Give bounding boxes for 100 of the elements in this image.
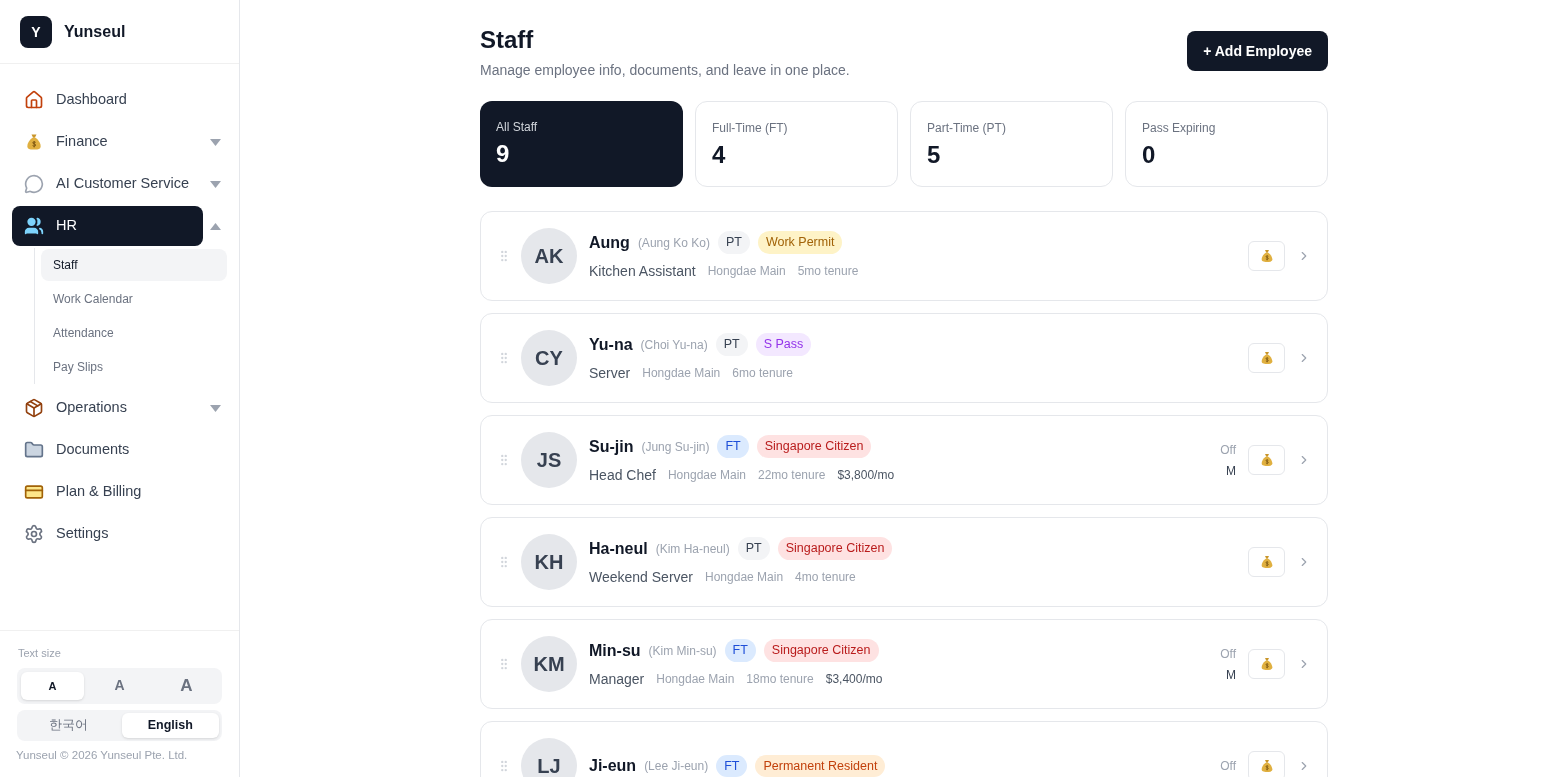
employee-name: Ji-eun xyxy=(589,756,637,776)
employee-name: Yu-na xyxy=(589,334,633,355)
employee-card[interactable]: KH Ha-neul (Kim Ha-neul) PT Singapore Citizen Weekend Server Hongdae Main 4mo tenure xyxy=(480,517,1328,607)
type-badge: PT xyxy=(717,231,750,254)
type-badge: FT xyxy=(716,754,748,777)
language-option[interactable]: English xyxy=(121,712,219,738)
package-icon xyxy=(24,398,44,418)
employee-card[interactable]: AK Aung (Aung Ko Ko) PT Work Permit Kitchen Assistant Hongdae Main 5mo tenure xyxy=(480,211,1328,301)
stat-value: 4 xyxy=(712,141,727,169)
nav-subitem[interactable]: Work Calendar xyxy=(41,283,227,315)
stat-label: Part-Time (PT) xyxy=(927,120,1007,137)
employee-full-name: (Kim Ha-neul) xyxy=(655,540,730,558)
off-day: M xyxy=(1226,461,1236,480)
payroll-button[interactable] xyxy=(1248,649,1285,679)
stat-value: 9 xyxy=(496,140,511,168)
employee-full-name: (Jung Su-jin) xyxy=(641,438,710,456)
type-badge: FT xyxy=(724,639,756,662)
employee-name: Ha-neul xyxy=(589,538,648,559)
payroll-button[interactable] xyxy=(1248,343,1285,373)
type-badge: PT xyxy=(737,537,770,560)
employee-branch: Hongdae Main xyxy=(642,365,721,382)
employee-branch: Hongdae Main xyxy=(705,569,784,586)
avatar: JS xyxy=(521,432,577,488)
nav-item[interactable]: Plan & Billing xyxy=(12,472,203,512)
house-icon xyxy=(24,90,44,110)
nav-item[interactable]: HR xyxy=(12,206,203,246)
employee-tenure: 5mo tenure xyxy=(797,263,859,280)
avatar: KH xyxy=(521,534,577,590)
page-subtitle: Manage employee info, documents, and leave in one place. xyxy=(480,61,850,80)
employee-salary: $3,800/mo xyxy=(837,467,895,484)
stat-label: Pass Expiring xyxy=(1142,120,1217,137)
employee-card[interactable]: CY Yu-na (Choi Yu-na) PT S Pass Server Hongdae Main 6mo tenure xyxy=(480,313,1328,403)
employee-card[interactable]: LJ Ji-eun (Lee Ji-eun) FT Permanent Resident Off xyxy=(480,721,1328,777)
stat-label: Full-Time (FT) xyxy=(712,120,789,137)
text-size-option[interactable]: A xyxy=(155,671,218,700)
off-day: M xyxy=(1226,665,1236,684)
employee-name: Su-jin xyxy=(589,436,634,457)
stat-card[interactable]: Full-Time (FT) 4 xyxy=(695,101,898,187)
people-icon xyxy=(24,216,44,236)
add-employee-button[interactable]: + Add Employee xyxy=(1187,31,1328,71)
employee-role: Kitchen Assistant xyxy=(589,261,696,281)
settings-icon xyxy=(24,524,44,544)
off-label: Off xyxy=(1220,645,1236,663)
employee-name: Min-su xyxy=(589,640,641,661)
status-badge: Permanent Resident xyxy=(755,754,886,777)
stat-value: 5 xyxy=(927,141,942,169)
text-size-label: Text size xyxy=(17,646,62,662)
logo: Y xyxy=(20,15,52,48)
employee-full-name: (Choi Yu-na) xyxy=(640,336,708,354)
payroll-button[interactable] xyxy=(1248,445,1285,475)
brand-name: Yunseul xyxy=(64,21,126,42)
employee-salary: $3,400/mo xyxy=(825,671,883,688)
payroll-button[interactable] xyxy=(1248,751,1285,777)
nav-item[interactable]: Documents xyxy=(12,430,203,470)
employee-tenure: 6mo tenure xyxy=(732,365,793,382)
employee-full-name: (Kim Min-su) xyxy=(648,642,717,660)
nav-subitem[interactable]: Attendance xyxy=(41,317,227,349)
folder-icon xyxy=(24,440,44,460)
nav-subitem[interactable]: Staff xyxy=(41,249,227,281)
off-label: Off xyxy=(1220,441,1236,459)
employee-name: Aung xyxy=(589,232,630,253)
payroll-button[interactable] xyxy=(1248,241,1285,271)
payroll-button[interactable] xyxy=(1248,547,1285,577)
nav-item[interactable]: Settings xyxy=(12,514,203,554)
status-badge: Singapore Citizen xyxy=(763,639,879,662)
text-size-option[interactable]: A xyxy=(21,671,84,700)
status-badge: Singapore Citizen xyxy=(777,537,893,560)
employee-role: Head Chef xyxy=(589,465,656,485)
text-size-option[interactable]: A xyxy=(88,671,151,700)
stat-label: All Staff xyxy=(496,119,539,136)
money-bag-icon xyxy=(24,132,44,152)
copyright-text: Yunseul © 2026 Yunseul Pte. Ltd. xyxy=(16,747,189,763)
language-option[interactable]: 한국어 xyxy=(20,712,118,738)
employee-branch: Hongdae Main xyxy=(656,671,735,688)
avatar: CY xyxy=(521,330,577,386)
status-badge: S Pass xyxy=(755,333,812,356)
avatar: LJ xyxy=(521,738,577,777)
speech-bubble-icon xyxy=(24,174,44,194)
avatar: KM xyxy=(521,636,577,692)
credit-card-icon xyxy=(24,482,44,502)
type-badge: PT xyxy=(715,333,748,356)
employee-branch: Hongdae Main xyxy=(707,263,786,280)
employee-role: Weekend Server xyxy=(589,567,693,587)
employee-card[interactable]: JS Su-jin (Jung Su-jin) FT Singapore Citizen Head Chef Hongdae Main 22mo tenure $3,800/mo Off M xyxy=(480,415,1328,505)
nav-item[interactable]: AI Customer Service xyxy=(12,164,203,204)
nav-item[interactable]: Operations xyxy=(12,388,203,428)
employee-branch: Hongdae Main xyxy=(667,467,746,484)
employee-tenure: 18mo tenure xyxy=(746,671,814,688)
employee-tenure: 4mo tenure xyxy=(795,569,856,586)
stat-card[interactable]: All Staff 9 xyxy=(480,101,683,187)
type-badge: FT xyxy=(717,435,749,458)
avatar: AK xyxy=(521,228,577,284)
stat-value: 0 xyxy=(1142,141,1157,169)
employee-card[interactable]: KM Min-su (Kim Min-su) FT Singapore Citizen Manager Hongdae Main 18mo tenure $3,400/mo Off M xyxy=(480,619,1328,709)
nav-subitem[interactable]: Pay Slips xyxy=(41,351,227,383)
nav-item[interactable]: Dashboard xyxy=(12,80,203,120)
page-title: Staff xyxy=(480,26,535,54)
nav-item[interactable]: Finance xyxy=(12,122,203,162)
stat-card[interactable]: Pass Expiring 0 xyxy=(1125,101,1328,187)
stat-card[interactable]: Part-Time (PT) 5 xyxy=(910,101,1113,187)
